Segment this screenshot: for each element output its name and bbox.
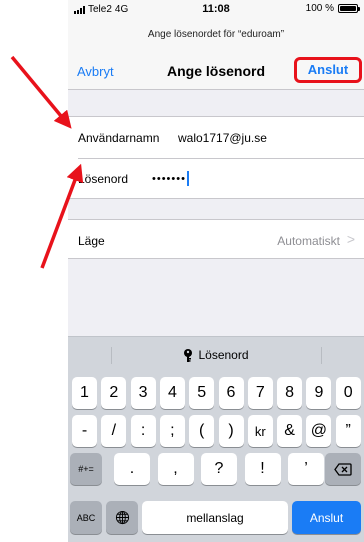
- username-label: Användarnamn: [78, 130, 160, 145]
- mode-value: Automatiskt: [277, 233, 340, 248]
- credentials-group: Användarnamn walo1717@ju.se Lösenord •••…: [68, 116, 364, 199]
- chevron-right-icon: >: [346, 231, 355, 247]
- key-8[interactable]: 9: [306, 377, 332, 409]
- symbol-key[interactable]: ): [218, 415, 244, 447]
- key-4[interactable]: 5: [189, 377, 215, 409]
- password-dots: •••••••: [152, 172, 186, 185]
- symbols-toggle-key[interactable]: #+=: [70, 453, 102, 485]
- battery-percent: 100 %: [305, 3, 334, 14]
- suggestion-bar: Lösenord: [68, 336, 364, 371]
- key-9[interactable]: 0: [335, 377, 361, 409]
- globe-icon: [115, 510, 129, 525]
- language-key[interactable]: [106, 501, 138, 534]
- symbol-key[interactable]: :: [130, 415, 156, 447]
- password-suggestion[interactable]: Lösenord: [68, 348, 364, 362]
- join-button[interactable]: Anslut: [294, 57, 362, 83]
- space-key[interactable]: mellanslag: [142, 501, 288, 534]
- symbol-key[interactable]: @: [306, 415, 332, 447]
- key-1[interactable]: 2: [101, 377, 127, 409]
- mode-label: Läge: [78, 233, 105, 248]
- mode-group: Läge Automatiskt >: [68, 219, 364, 259]
- nav-bar: Avbryt Ange lösenord Anslut: [68, 50, 364, 90]
- username-row[interactable]: Användarnamn walo1717@ju.se: [68, 117, 364, 158]
- punctuation-key[interactable]: ,: [157, 453, 194, 485]
- password-label: Lösenord: [78, 171, 129, 186]
- symbol-key[interactable]: kr: [247, 415, 273, 447]
- punctuation-key[interactable]: ?: [201, 453, 237, 485]
- punctuation-key[interactable]: ’: [288, 453, 324, 485]
- symbol-key[interactable]: (: [189, 415, 215, 447]
- key-2[interactable]: 3: [130, 377, 156, 409]
- punctuation-key[interactable]: !: [244, 453, 281, 485]
- key-icon: [184, 348, 193, 362]
- text-caret: [186, 171, 189, 187]
- key-6[interactable]: 7: [247, 377, 273, 409]
- keyboard: Lösenord 1 2 3 4 5 6 7 8 9 0- /:;() kr & @”.,?!’ #+= …: [68, 336, 364, 542]
- phone-screen: Tele2 4G 11:08 100 % Ange lösenordet för…: [68, 0, 364, 542]
- abc-key[interactable]: ABC: [70, 501, 102, 534]
- password-field[interactable]: •••••••: [152, 171, 189, 187]
- symbol-key[interactable]: ”: [335, 415, 361, 447]
- battery-icon: [338, 4, 360, 13]
- join-key[interactable]: Anslut: [292, 501, 361, 534]
- punctuation-key[interactable]: .: [114, 453, 150, 485]
- backspace-key[interactable]: [325, 453, 361, 485]
- mode-row[interactable]: Läge Automatiskt >: [68, 220, 364, 261]
- symbol-key[interactable]: -: [72, 415, 97, 447]
- symbol-key[interactable]: /: [101, 415, 127, 447]
- key-0[interactable]: 1: [72, 377, 97, 409]
- status-right: 100 %: [305, 3, 360, 14]
- key-7[interactable]: 8: [277, 377, 303, 409]
- key-3[interactable]: 4: [159, 377, 185, 409]
- username-field[interactable]: walo1717@ju.se: [178, 131, 267, 145]
- status-bar: Tele2 4G 11:08 100 %: [68, 0, 364, 20]
- suggestion-label: Lösenord: [198, 348, 249, 362]
- symbol-key[interactable]: ;: [159, 415, 185, 447]
- network-prompt: Ange lösenordet för “eduroam”: [68, 20, 364, 50]
- symbol-key[interactable]: &: [277, 415, 303, 447]
- arrow-to-username: [10, 55, 72, 129]
- password-row[interactable]: Lösenord •••••••: [68, 158, 364, 199]
- backspace-icon: [334, 462, 352, 476]
- key-5[interactable]: 6: [218, 377, 244, 409]
